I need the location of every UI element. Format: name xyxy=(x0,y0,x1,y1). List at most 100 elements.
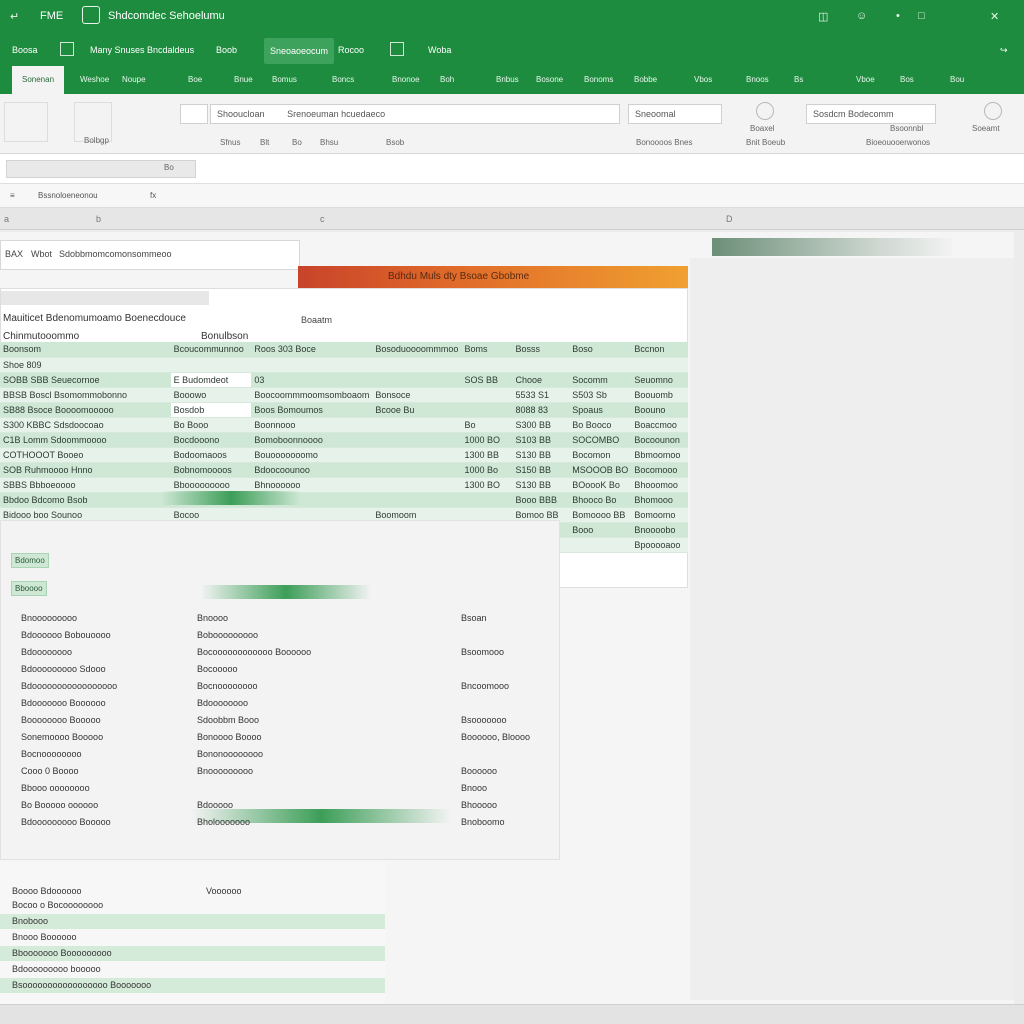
lower-row-label[interactable]: Bdooooooooo Sdooo xyxy=(21,664,106,680)
table-cell[interactable]: Bcooe Bu xyxy=(372,402,462,418)
lower-row-value[interactable]: Bdooooo xyxy=(197,800,233,816)
table-cell[interactable]: Socomm xyxy=(569,372,632,388)
tab-13[interactable]: Vbos xyxy=(694,75,712,84)
win-tab-1[interactable]: BAX xyxy=(5,249,23,259)
table-cell[interactable] xyxy=(251,357,373,373)
sub-4[interactable]: Bsob xyxy=(386,138,404,147)
tag-1[interactable]: Bdomoo xyxy=(11,553,49,568)
table-cell[interactable]: Bonsoce xyxy=(372,387,462,403)
lower-row-extra[interactable]: Bsoan xyxy=(461,613,487,629)
cell-ref-icon[interactable]: ≡ xyxy=(10,191,15,200)
table-cell[interactable]: SB88 Bsoce Boooomooooo xyxy=(0,402,171,418)
table-cell[interactable]: Bnoooobo xyxy=(631,522,688,538)
table-cell[interactable]: 1000 Bo xyxy=(461,462,513,478)
table-cell[interactable]: MSOOOB BO xyxy=(569,462,632,478)
back-arrow-icon[interactable]: ↵ xyxy=(10,10,19,23)
table-cell[interactable]: SBBS Bbboeoooo xyxy=(0,477,171,493)
lower-row-value[interactable]: Bocooooo xyxy=(197,664,238,680)
paste-icon[interactable] xyxy=(4,102,48,142)
table-cell[interactable]: Boos Bomoumos xyxy=(251,402,373,418)
table-row[interactable]: Boonsom Bcoucommunnoo Roos 303 Boce Bosoduo… xyxy=(0,342,688,358)
table-cell[interactable]: Booowo xyxy=(170,387,252,403)
table-cell[interactable]: Shoe 809 xyxy=(0,357,171,373)
lower-row-extra[interactable]: Boooooo xyxy=(461,766,497,782)
sub-1[interactable]: Blt xyxy=(260,138,269,147)
table-cell[interactable]: SOS BB xyxy=(461,372,513,388)
table-cell[interactable]: 1300 BB xyxy=(461,447,513,463)
table-cell[interactable]: Spoaus xyxy=(569,402,632,418)
table-row[interactable]: C1B Lomm Sdoommoooo Bocdooono Bomoboonnooo… xyxy=(0,432,688,448)
table-cell[interactable]: S130 BB xyxy=(512,477,570,493)
table-cell[interactable]: S503 Sb xyxy=(569,387,632,403)
table-cell[interactable]: Bomoomo xyxy=(631,507,688,523)
table-cell[interactable] xyxy=(372,492,462,508)
table-cell[interactable] xyxy=(372,462,462,478)
bottom-row[interactable]: Bdooooooooo booooo xyxy=(0,962,385,977)
table-cell[interactable]: Boonsom xyxy=(0,342,171,358)
lower-row-label[interactable]: Sonemoooo Booooo xyxy=(21,732,103,748)
table-cell[interactable]: 1000 BO xyxy=(461,432,513,448)
lower-row-label[interactable]: Bo Booooo oooooo xyxy=(21,800,98,816)
table-cell[interactable]: 03 xyxy=(251,372,373,388)
table-row[interactable]: Bbdoo Bdcomo Bsob Booo BBB Bhooco Bo Bhomoo… xyxy=(0,492,688,508)
table-cell[interactable] xyxy=(372,432,462,448)
save-icon[interactable] xyxy=(60,42,74,56)
tab-1[interactable]: Weshoe xyxy=(80,75,109,84)
table-cell[interactable] xyxy=(372,417,462,433)
lower-row-extra[interactable]: Bsooooooo xyxy=(461,715,507,731)
table-row[interactable]: SOBB SBB Seuecornoe E Budomdeot 03 SOS BB Ch… xyxy=(0,372,688,388)
lower-row-label[interactable]: Bdoooooo Bobouoooo xyxy=(21,630,111,646)
table-cell[interactable]: Bhnoooooo xyxy=(251,477,373,493)
lower-row-label[interactable]: Bdooooooooo Booooo xyxy=(21,817,111,833)
sub-2[interactable]: Bo xyxy=(292,138,302,147)
col-d[interactable]: D xyxy=(726,214,733,224)
table-row[interactable]: SOB Ruhmoooo Hnno Bobnomoooos Bdoocoounoo 1… xyxy=(0,462,688,478)
table-cell[interactable] xyxy=(372,447,462,463)
tab-8[interactable]: Boh xyxy=(440,75,454,84)
table-row[interactable]: SB88 Bsoce Boooomooooo Bosdob Boos Bomoumo… xyxy=(0,402,688,418)
table-cell[interactable]: E Budomdeot xyxy=(170,372,252,388)
table-cell[interactable]: 1300 BO xyxy=(461,477,513,493)
table-cell[interactable]: Bpooooaoo xyxy=(631,537,688,553)
lower-row-value[interactable]: Bocnoooooooo xyxy=(197,681,258,697)
table-cell[interactable]: S150 BB xyxy=(512,462,570,478)
tab-9[interactable]: Bnbus xyxy=(496,75,519,84)
lower-row-label[interactable]: Bnooooooooo xyxy=(21,613,77,629)
table-cell[interactable]: Bbmoomoo xyxy=(631,447,688,463)
table-cell[interactable]: Boso xyxy=(569,342,632,358)
table-row[interactable]: SBBS Bbboeoooo Bbooooooooo Bhnoooooo 1300 B… xyxy=(0,477,688,493)
table-cell[interactable]: Bo xyxy=(461,417,513,433)
col-a[interactable]: a xyxy=(4,214,9,224)
tab-12[interactable]: Bobbe xyxy=(634,75,657,84)
formula-text[interactable]: Bssnoloeneonou xyxy=(38,191,98,200)
table-row[interactable]: BBSB Boscl Bsomommobonno Booowo Boocoommmo… xyxy=(0,387,688,403)
table-cell[interactable]: Bocoounon xyxy=(631,432,688,448)
lower-row-label[interactable]: Bdooooooo Boooooo xyxy=(21,698,106,714)
table-cell[interactable]: Bocdooono xyxy=(170,432,252,448)
table-cell[interactable]: Bo Booco xyxy=(569,417,632,433)
lower-row-extra[interactable]: Bncoomooo xyxy=(461,681,509,697)
lower-row-value[interactable]: Bholooooooo xyxy=(197,817,250,833)
table-cell[interactable]: SOBB SBB Seuecornoe xyxy=(0,372,171,388)
lower-row-value[interactable]: Bobooooooooo xyxy=(197,630,258,646)
tab-18[interactable]: Bou xyxy=(950,75,964,84)
lower-row-label[interactable]: Bdoooooooo xyxy=(21,647,72,663)
table-cell[interactable] xyxy=(512,357,570,373)
table-cell[interactable]: Boocoommmoomsomboaom xyxy=(251,387,373,403)
table-cell[interactable]: Bbdoo Bdcomo Bsob xyxy=(0,492,171,508)
table-cell[interactable]: Bccnon xyxy=(631,342,688,358)
sub-3[interactable]: Bhsu xyxy=(320,138,338,147)
table-cell[interactable]: Boouno xyxy=(631,402,688,418)
bottom-row[interactable]: Bnobooo xyxy=(0,914,385,929)
table-cell[interactable]: 5533 S1 xyxy=(512,387,570,403)
sub-6[interactable]: Bnit Boeub xyxy=(746,138,785,147)
table-cell[interactable] xyxy=(372,372,462,388)
lower-row-extra[interactable]: Bnoboomo xyxy=(461,817,505,833)
tab-14[interactable]: Bnoos xyxy=(746,75,769,84)
lower-row-value[interactable]: Bnoooo xyxy=(197,613,228,629)
table-cell[interactable] xyxy=(631,357,688,373)
bottom-row[interactable]: Bbooooooo Booooooooo xyxy=(0,946,385,961)
table-cell[interactable]: Bhomooo xyxy=(631,492,688,508)
tab-11[interactable]: Bonoms xyxy=(584,75,613,84)
table-cell[interactable]: BBSB Boscl Bsomommobonno xyxy=(0,387,171,403)
